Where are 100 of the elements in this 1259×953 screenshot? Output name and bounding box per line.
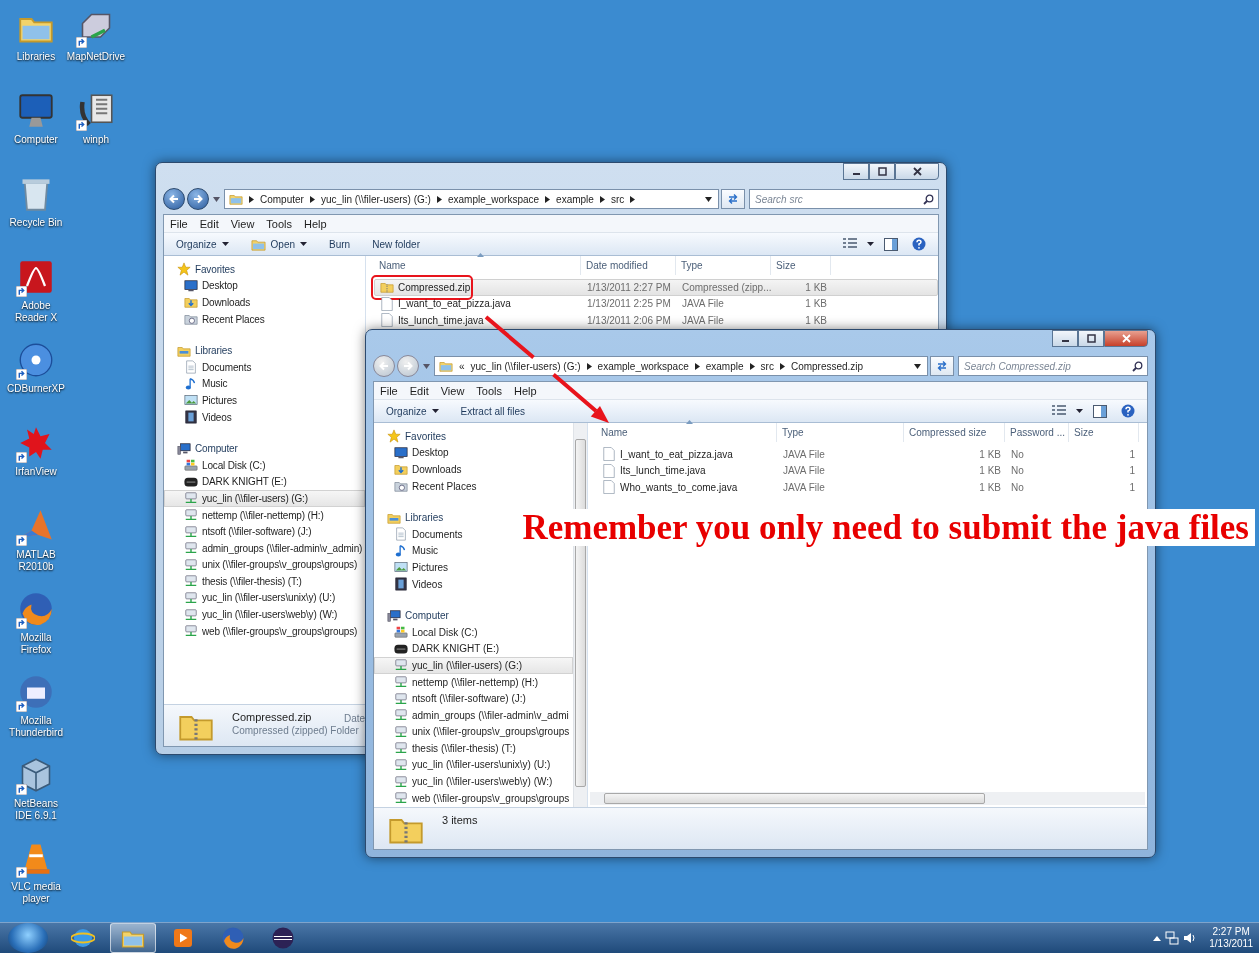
- caret-icon[interactable]: [705, 196, 712, 202]
- menu-item[interactable]: View: [224, 217, 261, 230]
- nav-item[interactable]: DARK KNIGHT (E:): [374, 640, 501, 658]
- nav-item[interactable]: admin_groups (\\filer-admin\v_admin): [164, 539, 364, 557]
- clock-date[interactable]: 1/13/2011: [1209, 938, 1253, 950]
- pdf-icon[interactable]: [18, 259, 54, 295]
- nav-item[interactable]: Local Disk (C:): [374, 623, 479, 641]
- phone-icon[interactable]: [78, 93, 114, 129]
- nav-item[interactable]: Videos: [164, 408, 233, 426]
- nav-item[interactable]: Desktop: [164, 277, 239, 295]
- nav-item[interactable]: yuc_lin (\\filer-users) (G:): [374, 657, 573, 674]
- menu-item[interactable]: Tools: [470, 384, 509, 397]
- nav-item[interactable]: Computer: [374, 607, 450, 624]
- nav-item[interactable]: Libraries: [374, 509, 445, 526]
- chevron-icon[interactable]: [630, 195, 636, 203]
- nav-item[interactable]: thesis (\\filer-thesis) (T:): [374, 740, 517, 757]
- start-button[interactable]: [8, 923, 48, 953]
- file-row[interactable]: Its_lunch_time.java 1/13/2011 2:06 PM JAVA File 1 KB: [374, 312, 938, 329]
- menu-item[interactable]: View: [434, 384, 471, 397]
- column-header[interactable]: Size: [771, 256, 831, 275]
- chevron-icon[interactable]: [694, 362, 700, 370]
- nav-item[interactable]: Videos: [374, 575, 444, 593]
- breadcrumb-segment[interactable]: example: [556, 193, 594, 205]
- forward-button[interactable]: [187, 188, 209, 210]
- globe-icon[interactable]: [18, 591, 54, 627]
- nav-item[interactable]: Recent Places: [374, 477, 478, 495]
- column-header[interactable]: Type: [676, 256, 771, 275]
- column-header[interactable]: Type: [777, 423, 904, 442]
- scrollbar[interactable]: [590, 792, 1145, 805]
- nav-item[interactable]: Pictures: [164, 392, 238, 409]
- nav-item[interactable]: Libraries: [164, 342, 233, 359]
- chevron-icon[interactable]: [599, 195, 605, 203]
- nav-item[interactable]: yuc_lin (\\filer-users\web\y) (W:): [374, 773, 554, 790]
- maximize-button[interactable]: [869, 163, 895, 180]
- menu-item[interactable]: Edit: [193, 217, 225, 230]
- chevron-icon[interactable]: [249, 195, 254, 203]
- chevron-icon[interactable]: [586, 362, 592, 370]
- file-row[interactable]: Its_lunch_time.java JAVA File 1 KB No 1: [596, 462, 1147, 479]
- toolbar-button[interactable]: Organize: [168, 236, 237, 252]
- nav-item[interactable]: nettemp (\\filer-nettemp) (H:): [164, 506, 325, 524]
- chevron-icon[interactable]: [309, 195, 315, 203]
- nav-item[interactable]: unix (\\filer-groups\v_groups\groups): [164, 556, 359, 574]
- toolbar-button[interactable]: Organize: [378, 403, 447, 419]
- file-row[interactable]: Who_wants_to_come.java JAVA File 1 KB No 1: [596, 479, 1147, 496]
- forward-button[interactable]: [397, 355, 419, 377]
- nav-item[interactable]: Favorites: [164, 261, 236, 278]
- chevron-icon[interactable]: [749, 362, 755, 370]
- up-caret-icon[interactable]: [1153, 935, 1162, 941]
- nav-item[interactable]: web (\\filer-groups\v_groups\groups: [374, 789, 571, 807]
- menu-item[interactable]: Help: [298, 217, 333, 230]
- close-button[interactable]: [1104, 330, 1148, 347]
- search-field[interactable]: Search Compressed.zip: [958, 356, 1148, 376]
- toolbar-button[interactable]: Burn: [321, 236, 359, 252]
- address-bar[interactable]: « yuc_lin (\\filer-users) (G:) example_workspace example src Compressed.zip: [434, 356, 928, 376]
- network-icon[interactable]: [1165, 931, 1180, 945]
- disc-icon[interactable]: [18, 342, 54, 378]
- nav-item[interactable]: DARK KNIGHT (E:): [164, 473, 288, 491]
- search-field[interactable]: Search src: [749, 189, 939, 209]
- nav-item[interactable]: Music: [164, 375, 229, 393]
- globe-icon[interactable]: [18, 674, 54, 710]
- breadcrumb-segment[interactable]: example_workspace: [597, 360, 689, 372]
- nav-item[interactable]: nettemp (\\filer-nettemp) (H:): [374, 673, 540, 691]
- nav-item[interactable]: Documents: [374, 525, 464, 543]
- nav-item[interactable]: web (\\filer-groups\v_groups\groups): [164, 622, 359, 640]
- chevron-icon[interactable]: [779, 362, 785, 370]
- caret-icon[interactable]: [1076, 409, 1083, 413]
- file-row[interactable]: I_want_to_eat_pizza.java 1/13/2011 2:25 PM JAVA File 1 KB: [374, 295, 938, 312]
- breadcrumb-segment[interactable]: src: [760, 360, 774, 372]
- nav-item[interactable]: yuc_lin (\\filer-users\unix\y) (U:): [164, 589, 337, 607]
- breadcrumb-segment[interactable]: example: [705, 360, 744, 372]
- toolbar-button[interactable]: Open: [242, 234, 316, 254]
- column-header[interactable]: Compressed size: [904, 423, 1005, 442]
- caret-icon[interactable]: [914, 363, 921, 369]
- breadcrumb-overflow[interactable]: «: [459, 360, 465, 372]
- nav-item[interactable]: Downloads: [164, 294, 252, 311]
- clock-time[interactable]: 2:27 PM: [1212, 926, 1250, 938]
- minimize-button[interactable]: [1052, 330, 1078, 347]
- maximize-button[interactable]: [1078, 330, 1104, 347]
- file-row[interactable]: I_want_to_eat_pizza.java JAVA File 1 KB No 1: [596, 446, 1147, 463]
- nav-item[interactable]: admin_groups (\\filer-admin\v_admi: [374, 706, 570, 724]
- computer-icon[interactable]: [18, 93, 54, 129]
- caret-icon[interactable]: [867, 242, 874, 246]
- breadcrumb-segment[interactable]: yuc_lin (\\filer-users) (G:): [470, 360, 581, 372]
- column-header[interactable]: Size: [1069, 423, 1139, 442]
- nav-item[interactable]: unix (\\filer-groups\v_groups\groups: [374, 723, 571, 741]
- chevron-icon[interactable]: [545, 195, 551, 203]
- breadcrumb-segment[interactable]: yuc_lin (\\filer-users) (G:): [320, 193, 431, 205]
- refresh-button[interactable]: [930, 356, 954, 376]
- back-button[interactable]: [163, 188, 185, 210]
- speaker-icon[interactable]: [1183, 931, 1198, 945]
- nav-item[interactable]: Recent Places: [164, 310, 266, 328]
- nav-item[interactable]: yuc_lin (\\filer-users\web\y) (W:): [164, 606, 339, 623]
- toolbar-button[interactable]: Extract all files: [452, 403, 534, 419]
- chevron-icon[interactable]: [436, 195, 442, 203]
- address-bar[interactable]: Computer yuc_lin (\\filer-users) (G:) example_workspace example src: [224, 189, 719, 209]
- nav-item[interactable]: ntsoft (\\filer-software) (J:): [374, 690, 527, 707]
- menu-item[interactable]: File: [374, 384, 404, 397]
- splat-icon[interactable]: [18, 425, 54, 461]
- breadcrumb-segment[interactable]: src: [610, 193, 625, 205]
- nav-item[interactable]: Favorites: [374, 428, 448, 445]
